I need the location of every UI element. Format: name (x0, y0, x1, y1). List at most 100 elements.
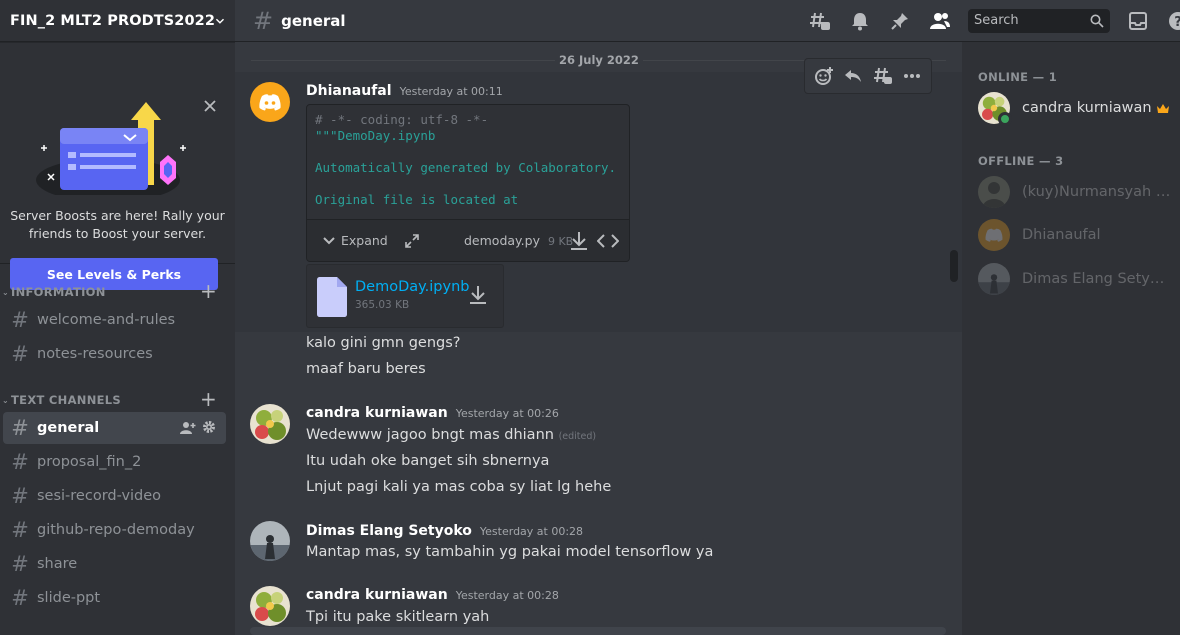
hash-icon: # (11, 586, 29, 610)
online-status-icon (998, 112, 1012, 126)
member-kuy-nurmansyah[interactable]: (kuy)Nurmansyah Am... (978, 176, 1178, 208)
boost-text-line1: Server Boosts are here! Rally your (10, 208, 225, 223)
category-text-channels[interactable]: ⌄ TEXT CHANNELS + (0, 389, 235, 409)
caret-icon: ⌄ (2, 287, 10, 297)
message-header: candra kurniawan Yesterday at 00:28 (306, 587, 559, 603)
channel-header: # general Search ? (235, 0, 1180, 42)
member-name: Dimas Elang Setyoko (1022, 271, 1172, 287)
attachment-name[interactable]: DemoDay.ipynb (355, 279, 469, 295)
message-text: Lnjut pagi kali ya mas coba sy liat lg h… (306, 479, 612, 495)
members-icon[interactable] (928, 9, 952, 33)
chevron-down-icon (323, 236, 335, 244)
channel-share[interactable]: # share (3, 548, 226, 580)
message-timestamp: Yesterday at 00:28 (479, 525, 584, 538)
header-toolbar: Search ? (792, 0, 1180, 42)
avatar (978, 263, 1010, 295)
hash-icon: # (11, 484, 29, 508)
avatar[interactable] (250, 404, 290, 444)
channel-sidebar: FIN_2 MLT2 PRODTS2022 Server Boosts are … (0, 0, 235, 635)
chat-scrollbar[interactable] (950, 250, 958, 282)
code-line: """DemoDay.ipynb (315, 128, 436, 143)
more-options-icon[interactable] (901, 65, 923, 87)
server-header[interactable]: FIN_2 MLT2 PRODTS2022 (0, 0, 235, 42)
reply-icon[interactable] (842, 65, 864, 87)
chevron-down-icon[interactable] (215, 14, 225, 28)
member-name: Dhianaufal (1022, 227, 1101, 243)
expand-button[interactable]: Expand (323, 233, 388, 248)
message-author[interactable]: candra kurniawan (306, 587, 448, 603)
member-name: (kuy)Nurmansyah Am... (1022, 184, 1172, 200)
avatar[interactable] (250, 521, 290, 561)
message-text-content: Wedewww jagoo bngt mas dhiann (306, 427, 554, 443)
channel-label: welcome-and-rules (37, 312, 176, 328)
message-author[interactable]: Dhianaufal (306, 83, 392, 99)
message-author[interactable]: candra kurniawan (306, 405, 448, 421)
create-thread-icon[interactable] (872, 65, 894, 87)
channel-general[interactable]: # general (3, 412, 226, 444)
file-icon (317, 277, 347, 317)
member-dhianaufal[interactable]: Dhianaufal (978, 219, 1178, 251)
avatar[interactable] (250, 82, 290, 122)
channel-welcome-and-rules[interactable]: # welcome-and-rules (3, 304, 226, 336)
channel-notes-resources[interactable]: # notes-resources (3, 338, 226, 370)
pin-icon[interactable] (888, 9, 912, 33)
add-reaction-icon[interactable] (813, 65, 835, 87)
message-header: candra kurniawan Yesterday at 00:26 (306, 405, 559, 421)
member-candra-kurniawan[interactable]: candra kurniawan (978, 92, 1178, 126)
category-information[interactable]: ⌄ INFORMATION + (0, 281, 235, 301)
boost-text: Server Boosts are here! Rally your frien… (8, 207, 227, 243)
code-preview-footer: Expand demoday.py 9 KB (307, 219, 629, 261)
channel-actions (180, 420, 216, 436)
threads-icon[interactable] (808, 9, 832, 33)
avatar (978, 176, 1010, 208)
channel-label: slide-ppt (37, 590, 101, 606)
caret-icon: ⌄ (2, 395, 10, 405)
download-icon[interactable] (469, 285, 487, 305)
file-attachment: DemoDay.ipynb 365.03 KB (306, 264, 504, 328)
help-icon[interactable]: ? (1166, 9, 1180, 33)
hash-icon: # (253, 6, 274, 35)
avatar[interactable] (250, 586, 290, 626)
search-input[interactable]: Search (968, 9, 1110, 33)
add-channel-icon[interactable]: + (200, 281, 217, 301)
channel-slide-ppt[interactable]: # slide-ppt (3, 582, 226, 614)
message-header: Dimas Elang Setyoko Yesterday at 00:28 (306, 523, 583, 539)
message-timestamp: Yesterday at 00:26 (455, 407, 559, 420)
bell-icon[interactable] (848, 9, 872, 33)
channel-sesi-record-video[interactable]: # sesi-record-video (3, 480, 226, 512)
message-timestamp: Yesterday at 00:11 (399, 85, 503, 98)
channel-label: proposal_fin_2 (37, 454, 142, 470)
channel-github-repo-demoday[interactable]: # github-repo-demoday (3, 514, 226, 546)
discord-logo-icon (259, 94, 281, 111)
channel-title: general (281, 11, 346, 30)
date-divider: 26 July 2022 (555, 53, 643, 67)
fullscreen-icon[interactable] (404, 233, 420, 249)
message-text: maaf baru beres (306, 361, 426, 377)
hash-icon: # (11, 416, 29, 440)
member-dimas-elang-setyoko[interactable]: Dimas Elang Setyoko (978, 263, 1178, 295)
hash-icon: # (11, 308, 29, 332)
message-input-edge (250, 627, 946, 635)
view-source-icon[interactable] (597, 233, 619, 249)
search-icon (1090, 14, 1104, 28)
category-label: INFORMATION (11, 285, 106, 299)
server-name[interactable]: FIN_2 MLT2 PRODTS2022 (10, 13, 215, 29)
online-header: ONLINE — 1 (978, 70, 1057, 84)
member-list: ONLINE — 1 candra kurniawan OFFLINE — 3 … (962, 42, 1180, 635)
message-actions (804, 58, 932, 94)
file-name: demoday.py (464, 233, 540, 248)
avatar-image (978, 176, 1010, 208)
channel-proposal-fin-2[interactable]: # proposal_fin_2 (3, 446, 226, 478)
discord-app: FIN_2 MLT2 PRODTS2022 Server Boosts are … (0, 0, 1180, 635)
channel-label: share (37, 556, 78, 572)
gear-icon[interactable] (202, 420, 216, 434)
message-author[interactable]: Dimas Elang Setyoko (306, 523, 472, 539)
message-header: Dhianaufal Yesterday at 00:11 (306, 83, 503, 99)
offline-header: OFFLINE — 3 (978, 154, 1064, 168)
invite-icon[interactable] (180, 420, 196, 436)
add-channel-icon[interactable]: + (200, 389, 217, 409)
inbox-icon[interactable] (1126, 9, 1150, 33)
message-text: kalo gini gmn gengs? (306, 335, 461, 351)
download-icon[interactable] (570, 231, 588, 251)
close-icon[interactable] (203, 99, 217, 113)
